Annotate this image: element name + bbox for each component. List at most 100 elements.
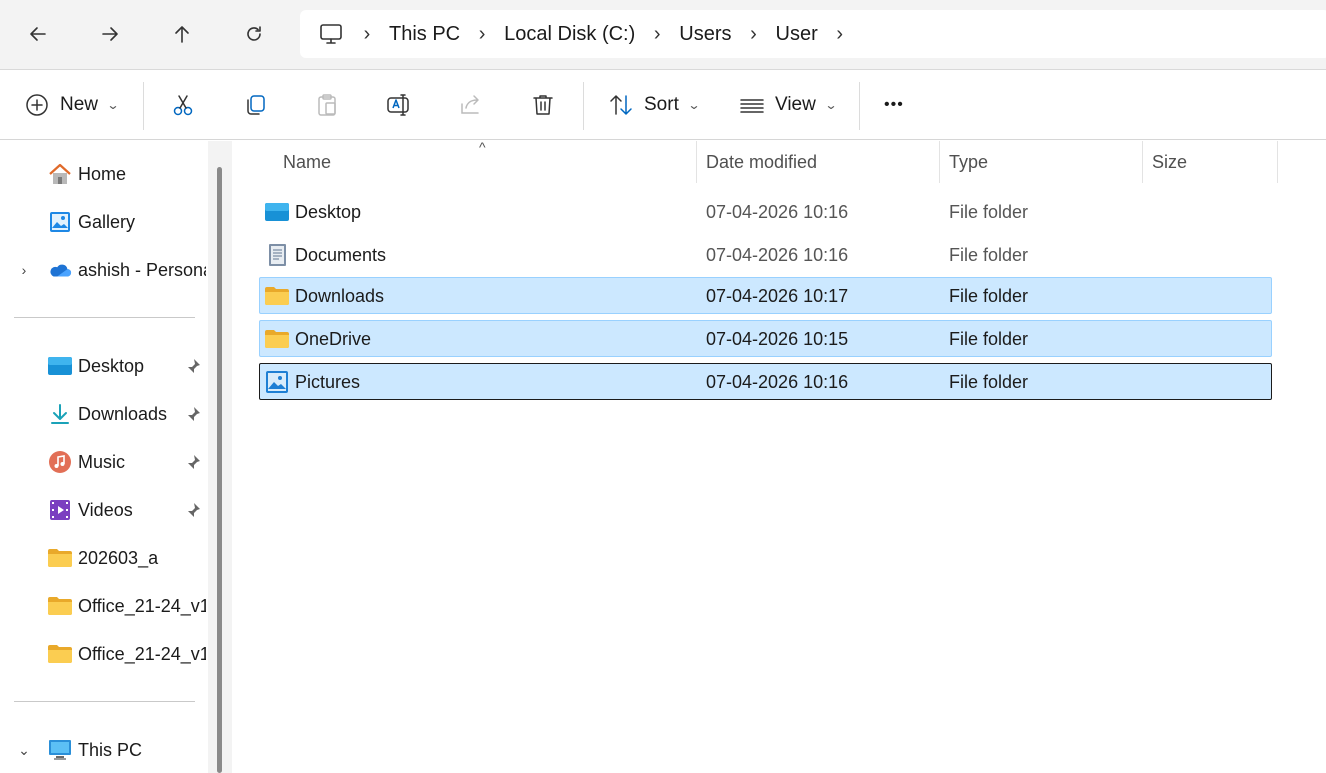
cut-button[interactable] [170,87,196,123]
file-list: ^ Name Date modified Type Size Desktop 0… [232,139,1326,773]
file-type: File folder [949,372,1029,392]
pin-icon[interactable] [184,453,202,471]
column-header-label: Name [283,151,332,172]
file-row-onedrive[interactable]: OneDrive 07-04-2026 10:15 File folder [259,320,1272,357]
home-icon [48,162,72,186]
chevron-right-icon[interactable]: › [16,262,32,278]
file-row-desktop[interactable]: Desktop 07-04-2026 10:16 File folder [259,193,1272,230]
sidebar-item-music[interactable]: Music [0,442,206,482]
pin-icon[interactable] [184,405,202,423]
breadcrumb-separator[interactable]: › [825,23,855,46]
plus-circle-icon [26,94,48,116]
column-header-size[interactable]: Size [1152,141,1187,183]
desktop-folder-icon [48,354,72,378]
sidebar-item-onedrive[interactable]: › ashish - Personal [0,250,206,290]
sidebar-item-label: Gallery [78,211,136,232]
sidebar-item-label: Office_21-24_v1 [78,595,206,616]
folder-icon [48,594,72,618]
sidebar-scrollbar-thumb[interactable] [217,167,222,773]
paste-icon [318,94,336,116]
breadcrumb-this-pc[interactable]: This PC [382,23,467,46]
address-row: › This PC › Local Disk (C:) › Users › Us… [0,0,1326,70]
share-button[interactable] [458,87,484,123]
breadcrumb-users[interactable]: Users [672,23,738,46]
column-divider[interactable] [939,141,940,183]
chevron-down-icon: ⌄ [106,98,120,112]
forward-button[interactable] [92,16,128,52]
breadcrumb-local-disk[interactable]: Local Disk (C:) [497,23,642,46]
sort-label: Sort [644,94,679,115]
file-row-downloads[interactable]: Downloads 07-04-2026 10:17 File folder [259,277,1272,314]
chevron-down-icon: ⌄ [687,98,701,112]
rename-icon [387,94,409,116]
file-name: Downloads [295,286,385,306]
copy-icon [247,95,265,115]
column-divider[interactable] [696,141,697,183]
sidebar-item-videos[interactable]: Videos [0,490,206,530]
sidebar-item-downloads[interactable]: Downloads [0,394,206,434]
file-name: Pictures [295,372,361,392]
sort-ascending-icon: ^ [479,139,486,155]
sidebar-item-gallery[interactable]: Gallery [0,202,206,242]
sidebar-item-this-pc[interactable]: ⌄ This PC [0,730,206,770]
column-header-date-modified[interactable]: Date modified [706,141,817,183]
column-header-name[interactable]: Name [283,141,331,183]
arrow-left-icon [30,27,46,41]
new-button[interactable]: New ⌄ [24,87,120,123]
copy-button[interactable] [242,87,268,123]
breadcrumb-separator[interactable]: › [467,23,497,46]
column-header-type[interactable]: Type [949,141,988,183]
sidebar-item-folder[interactable]: 202603_a [0,538,206,578]
view-button[interactable]: View ⌄ [739,87,838,123]
rename-button[interactable] [386,87,412,123]
documents-icon [269,244,286,266]
sidebar-item-label: Office_21-24_v1 [78,643,206,664]
more-icon: ••• [884,96,904,113]
sidebar-item-label: Home [78,163,127,184]
column-header-label: Date modified [706,151,818,172]
refresh-button[interactable] [236,16,272,52]
file-name: Documents [295,245,387,265]
chevron-down-icon[interactable]: ⌄ [16,742,32,759]
desktop-folder-icon [265,203,289,221]
file-type: File folder [949,286,1029,306]
column-divider[interactable] [1277,141,1278,183]
file-row-documents[interactable]: Documents 07-04-2026 10:16 File folder [259,236,1272,273]
sort-icon [610,95,632,115]
file-type: File folder [949,329,1029,349]
divider [583,82,584,130]
file-name: OneDrive [295,329,372,349]
sidebar-item-folder[interactable]: Office_21-24_v1 [0,586,206,626]
address-bar[interactable]: › This PC › Local Disk (C:) › Users › Us… [300,10,1326,58]
share-icon [461,95,479,114]
breadcrumb-separator[interactable]: › [352,23,382,46]
videos-icon [48,498,72,522]
file-type: File folder [949,202,1029,222]
up-button[interactable] [164,16,200,52]
delete-button[interactable] [530,87,556,123]
refresh-icon [247,26,261,41]
file-row-pictures[interactable]: Pictures 07-04-2026 10:16 File folder [259,363,1272,400]
breadcrumb-separator[interactable]: › [642,23,672,46]
pin-icon[interactable] [184,501,202,519]
sort-button[interactable]: Sort ⌄ [608,87,701,123]
breadcrumb-separator[interactable]: › [739,23,769,46]
pin-icon[interactable] [184,357,202,375]
folder-icon [48,546,72,570]
onedrive-cloud-icon [48,258,72,282]
file-date-modified: 07-04-2026 10:16 [706,245,849,265]
computer-icon[interactable] [318,21,344,47]
column-divider[interactable] [1142,141,1143,183]
arrow-right-icon [102,27,118,41]
command-bar: New ⌄ Sort ⌄ View ⌄ ••• [0,70,1326,140]
file-date-modified: 07-04-2026 10:15 [706,329,849,349]
sidebar-item-home[interactable]: Home [0,154,206,194]
pictures-icon [266,371,288,393]
back-button[interactable] [20,16,56,52]
more-options-button[interactable]: ••• [884,87,904,123]
sidebar-item-folder[interactable]: Office_21-24_v1 [0,634,206,674]
chevron-down-icon: ⌄ [824,98,838,112]
paste-button[interactable] [314,87,340,123]
sidebar-item-desktop[interactable]: Desktop [0,346,206,386]
breadcrumb-user[interactable]: User [769,23,825,46]
